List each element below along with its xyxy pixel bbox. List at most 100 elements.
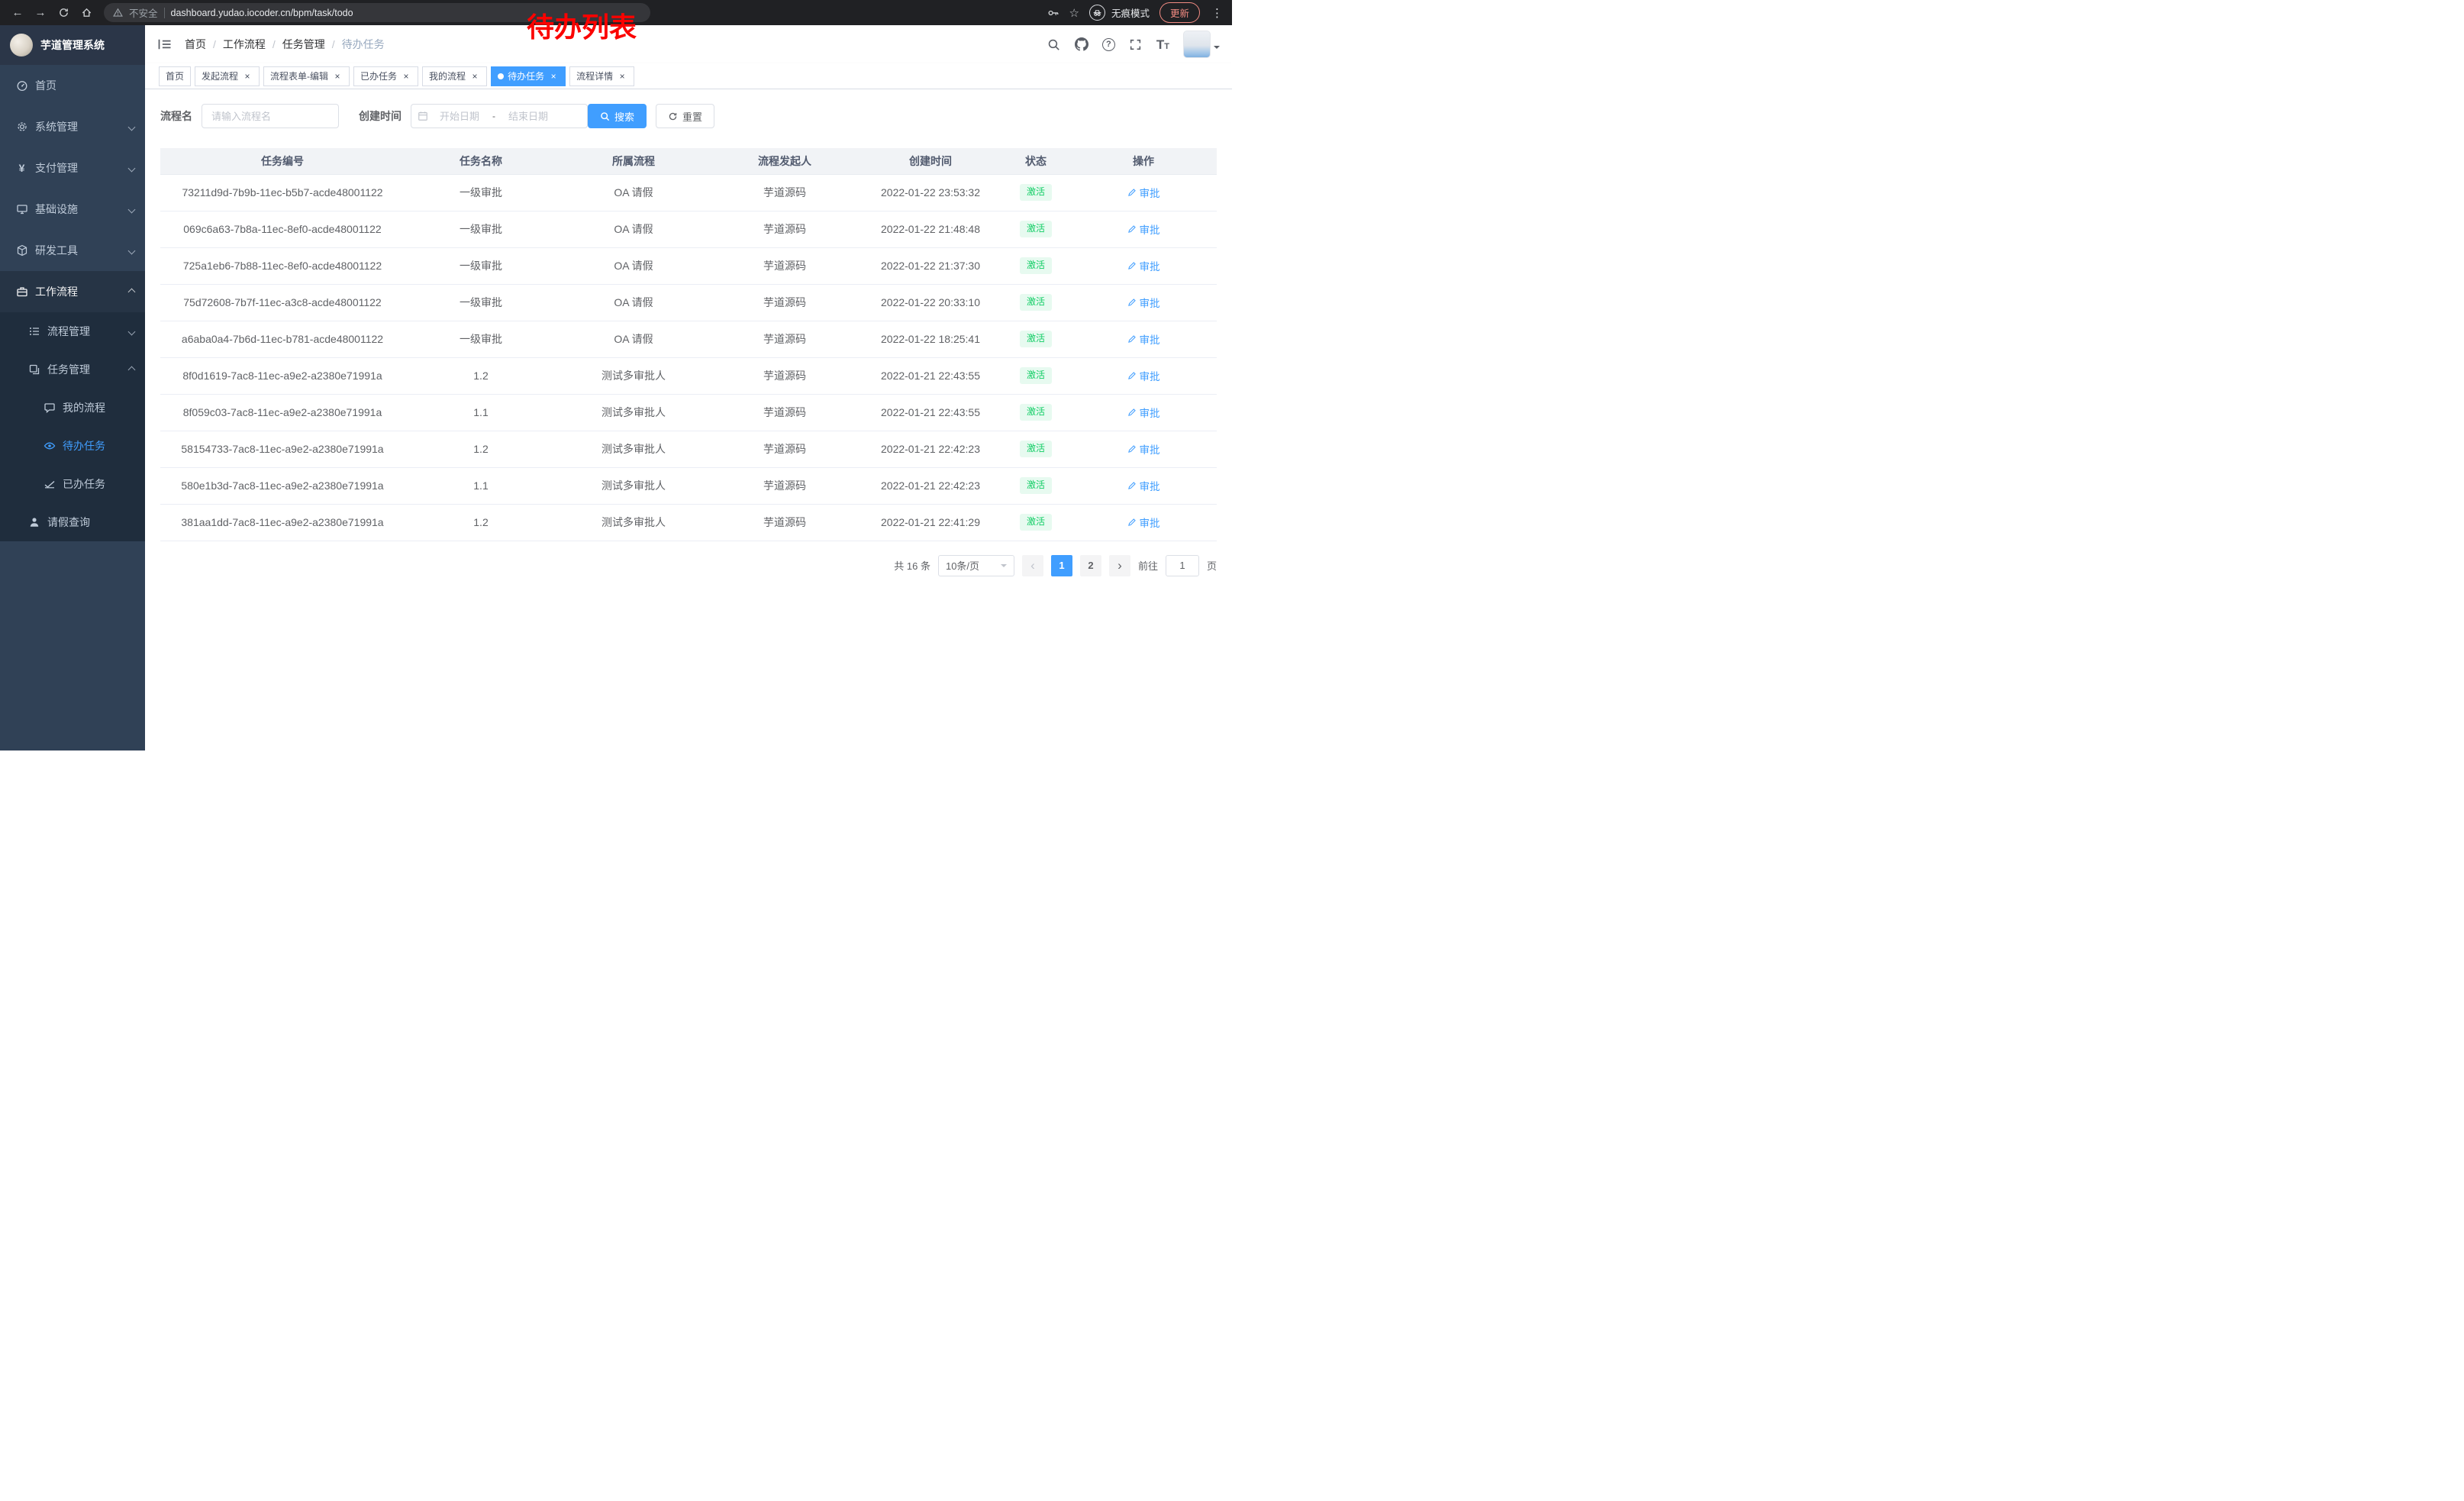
- approve-link[interactable]: 审批: [1127, 221, 1160, 237]
- task-id-cell: 8f059c03-7ac8-11ec-a9e2-a2380e71991a: [160, 394, 405, 431]
- action-cell: 审批: [1070, 247, 1217, 284]
- prev-page-button[interactable]: ‹: [1022, 555, 1043, 576]
- sidebar-toggle-icon[interactable]: [157, 37, 173, 52]
- action-cell: 审批: [1070, 467, 1217, 504]
- sidebar-item-leave-query[interactable]: 请假查询: [0, 503, 145, 541]
- process-cell: OA 请假: [557, 284, 710, 321]
- initiator-cell: 芋道源码: [710, 321, 859, 357]
- status-badge: 激活: [1020, 477, 1052, 494]
- approve-link[interactable]: 审批: [1127, 331, 1160, 347]
- process-name-input[interactable]: [202, 104, 339, 128]
- breadcrumb-separator: /: [332, 38, 335, 50]
- approve-link[interactable]: 审批: [1127, 515, 1160, 530]
- process-cell: OA 请假: [557, 174, 710, 211]
- close-icon[interactable]: ×: [469, 71, 480, 82]
- approve-link[interactable]: 审批: [1127, 441, 1160, 457]
- status-cell: 激活: [1001, 357, 1070, 394]
- breadcrumb-home[interactable]: 首页: [185, 37, 206, 52]
- tab[interactable]: 流程表单-编辑 ×: [263, 66, 350, 86]
- created-cell: 2022-01-21 22:43:55: [859, 357, 1001, 394]
- breadcrumb-workflow[interactable]: 工作流程: [223, 37, 266, 52]
- search-button[interactable]: 搜索: [588, 104, 647, 128]
- status-cell: 激活: [1001, 174, 1070, 211]
- help-icon[interactable]: ?: [1102, 38, 1115, 51]
- sidebar-item-workflow[interactable]: 工作流程: [0, 271, 145, 312]
- browser-back-icon[interactable]: ←: [8, 3, 27, 23]
- tab[interactable]: 发起流程 ×: [195, 66, 260, 86]
- created-cell: 2022-01-21 22:43:55: [859, 394, 1001, 431]
- approve-link[interactable]: 审批: [1127, 258, 1160, 273]
- user-menu[interactable]: [1183, 31, 1220, 58]
- initiator-cell: 芋道源码: [710, 357, 859, 394]
- status-badge: 激活: [1020, 367, 1052, 384]
- page-button-1[interactable]: 1: [1051, 555, 1072, 576]
- table-header-row: 任务编号 任务名称 所属流程 流程发起人 创建时间 状态 操作: [160, 148, 1217, 174]
- tab[interactable]: 已办任务 ×: [353, 66, 418, 86]
- approve-link[interactable]: 审批: [1127, 478, 1160, 493]
- close-icon[interactable]: ×: [401, 71, 411, 82]
- browser-reload-icon[interactable]: [53, 3, 73, 23]
- close-icon[interactable]: ×: [548, 71, 559, 82]
- sidebar: 芋道管理系统 首页 系统管理 ¥ 支付管: [0, 25, 145, 750]
- pagination: 共 16 条 10条/页 ‹ 1 2 › 前往 页: [160, 555, 1217, 576]
- chevron-down-icon: [128, 205, 136, 213]
- sidebar-item-devtools[interactable]: 研发工具: [0, 230, 145, 271]
- next-page-button[interactable]: ›: [1109, 555, 1130, 576]
- sidebar-item-my-process[interactable]: 我的流程: [0, 389, 145, 427]
- approve-link[interactable]: 审批: [1127, 368, 1160, 383]
- sidebar-item-infra[interactable]: 基础设施: [0, 189, 145, 230]
- chevron-down-icon: [128, 247, 136, 254]
- col-status: 状态: [1001, 148, 1070, 174]
- github-icon[interactable]: [1075, 37, 1088, 51]
- close-icon[interactable]: ×: [332, 71, 343, 82]
- approve-link[interactable]: 审批: [1127, 295, 1160, 310]
- app-title: 芋道管理系统: [40, 37, 105, 53]
- table-row: 8f0d1619-7ac8-11ec-a9e2-a2380e71991a 1.2…: [160, 357, 1217, 394]
- end-date-input[interactable]: [498, 111, 558, 122]
- tab-label: 我的流程: [429, 69, 466, 82]
- search-icon[interactable]: [1047, 37, 1061, 51]
- approve-link[interactable]: 审批: [1127, 185, 1160, 200]
- close-icon[interactable]: ×: [242, 71, 253, 82]
- approve-link[interactable]: 审批: [1127, 405, 1160, 420]
- password-key-icon[interactable]: [1047, 7, 1059, 19]
- fullscreen-icon[interactable]: [1129, 37, 1143, 51]
- process-cell: 测试多审批人: [557, 394, 710, 431]
- task-name-cell: 1.2: [405, 431, 557, 467]
- goto-page-input[interactable]: [1166, 555, 1199, 576]
- page-button-2[interactable]: 2: [1080, 555, 1101, 576]
- status-badge: 激活: [1020, 404, 1052, 421]
- tab[interactable]: 我的流程 ×: [422, 66, 487, 86]
- breadcrumb-current: 待办任务: [342, 37, 385, 52]
- sidebar-item-home[interactable]: 首页: [0, 65, 145, 106]
- breadcrumb-task-mgmt[interactable]: 任务管理: [282, 37, 325, 52]
- navbar-actions: ? TT: [1047, 31, 1220, 58]
- reset-button[interactable]: 重置: [656, 104, 714, 128]
- page-size-select[interactable]: 10条/页: [938, 555, 1014, 576]
- sidebar-menu: 首页 系统管理 ¥ 支付管理: [0, 65, 145, 541]
- date-range-picker[interactable]: -: [411, 104, 588, 128]
- font-size-icon[interactable]: TT: [1156, 38, 1169, 51]
- sidebar-item-task-mgmt[interactable]: 任务管理: [0, 350, 145, 389]
- sidebar-item-payment[interactable]: ¥ 支付管理: [0, 147, 145, 189]
- start-date-input[interactable]: [430, 111, 489, 122]
- tab[interactable]: 待办任务 ×: [491, 66, 566, 86]
- tab[interactable]: 首页 ×: [159, 66, 191, 86]
- list-icon: [27, 325, 40, 338]
- update-button[interactable]: 更新: [1159, 2, 1200, 23]
- close-icon[interactable]: ×: [617, 71, 627, 82]
- browser-forward-icon[interactable]: →: [31, 3, 50, 23]
- sidebar-item-process-mgmt[interactable]: 流程管理: [0, 312, 145, 350]
- tab[interactable]: 流程详情 ×: [569, 66, 634, 86]
- sidebar-item-system[interactable]: 系统管理: [0, 106, 145, 147]
- create-time-label: 创建时间: [359, 108, 402, 124]
- status-cell: 激活: [1001, 467, 1070, 504]
- bookmark-star-icon[interactable]: ☆: [1069, 6, 1079, 20]
- sidebar-item-done-task[interactable]: 已办任务: [0, 465, 145, 503]
- sidebar-item-todo-task[interactable]: 待办任务: [0, 427, 145, 465]
- avatar[interactable]: [1183, 31, 1211, 58]
- browser-menu-icon[interactable]: ⋮: [1210, 6, 1224, 20]
- address-bar[interactable]: 不安全 dashboard.yudao.iocoder.cn/bpm/task/…: [104, 3, 650, 22]
- browser-home-icon[interactable]: [76, 3, 96, 23]
- task-id-cell: a6aba0a4-7b6d-11ec-b781-acde48001122: [160, 321, 405, 357]
